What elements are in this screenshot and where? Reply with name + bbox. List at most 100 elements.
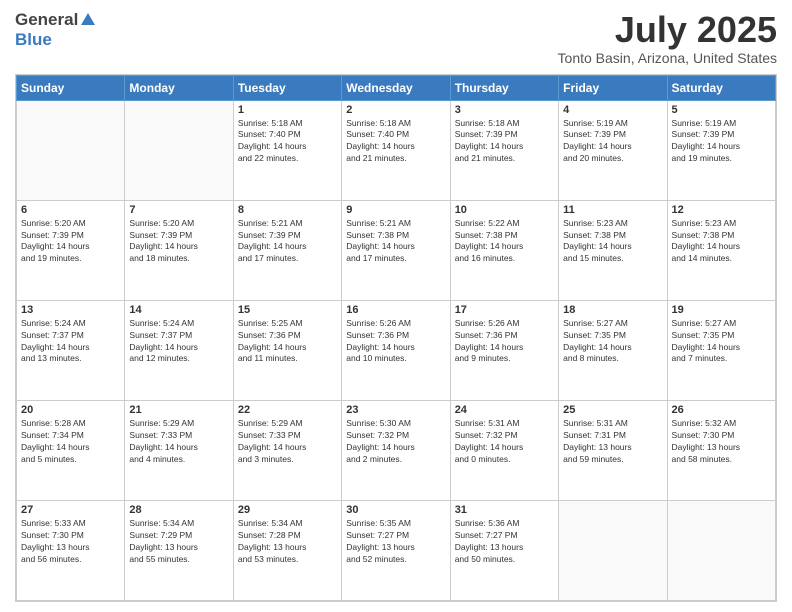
day-number: 25 — [563, 404, 662, 416]
table-row: 20 Sunrise: 5:28 AM Sunset: 7:34 PM Dayli… — [17, 400, 125, 500]
table-row: 16 Sunrise: 5:26 AM Sunset: 7:36 PM Dayli… — [342, 300, 450, 400]
day-info: Sunrise: 5:36 AM Sunset: 7:27 PM Dayligh… — [455, 518, 554, 566]
table-row: 9 Sunrise: 5:21 AM Sunset: 7:38 PM Daylig… — [342, 200, 450, 300]
day-info: Sunrise: 5:24 AM Sunset: 7:37 PM Dayligh… — [129, 318, 228, 366]
day-number: 16 — [346, 304, 445, 316]
location: Tonto Basin, Arizona, United States — [558, 50, 777, 66]
day-number: 1 — [238, 104, 337, 116]
calendar-week-row: 20 Sunrise: 5:28 AM Sunset: 7:34 PM Dayli… — [17, 400, 776, 500]
day-info: Sunrise: 5:24 AM Sunset: 7:37 PM Dayligh… — [21, 318, 120, 366]
table-row — [125, 100, 233, 200]
table-row: 26 Sunrise: 5:32 AM Sunset: 7:30 PM Dayli… — [667, 400, 775, 500]
month-title: July 2025 — [558, 10, 777, 50]
day-number: 23 — [346, 404, 445, 416]
day-info: Sunrise: 5:28 AM Sunset: 7:34 PM Dayligh… — [21, 418, 120, 466]
table-row: 14 Sunrise: 5:24 AM Sunset: 7:37 PM Dayli… — [125, 300, 233, 400]
day-number: 8 — [238, 204, 337, 216]
day-info: Sunrise: 5:22 AM Sunset: 7:38 PM Dayligh… — [455, 218, 554, 266]
logo-blue: Blue — [15, 30, 52, 49]
table-row: 1 Sunrise: 5:18 AM Sunset: 7:40 PM Daylig… — [233, 100, 341, 200]
day-info: Sunrise: 5:31 AM Sunset: 7:32 PM Dayligh… — [455, 418, 554, 466]
day-number: 29 — [238, 504, 337, 516]
day-number: 7 — [129, 204, 228, 216]
table-row: 23Sunrise: 5:30 AM Sunset: 7:32 PM Dayli… — [342, 400, 450, 500]
table-row: 29 Sunrise: 5:34 AM Sunset: 7:28 PM Dayli… — [233, 500, 341, 600]
table-row: 2Sunrise: 5:18 AM Sunset: 7:40 PM Daylig… — [342, 100, 450, 200]
table-row: 12Sunrise: 5:23 AM Sunset: 7:38 PM Dayli… — [667, 200, 775, 300]
day-number: 22 — [238, 404, 337, 416]
day-number: 31 — [455, 504, 554, 516]
calendar-header-row: Sunday Monday Tuesday Wednesday Thursday… — [17, 75, 776, 100]
day-number: 6 — [21, 204, 120, 216]
header-tuesday: Tuesday — [233, 75, 341, 100]
day-info: Sunrise: 5:20 AM Sunset: 7:39 PM Dayligh… — [21, 218, 120, 266]
day-number: 2 — [346, 104, 445, 116]
day-info: Sunrise: 5:31 AM Sunset: 7:31 PM Dayligh… — [563, 418, 662, 466]
day-info: Sunrise: 5:25 AM Sunset: 7:36 PM Dayligh… — [238, 318, 337, 366]
day-info: Sunrise: 5:29 AM Sunset: 7:33 PM Dayligh… — [238, 418, 337, 466]
table-row: 3Sunrise: 5:18 AM Sunset: 7:39 PM Daylig… — [450, 100, 558, 200]
header-thursday: Thursday — [450, 75, 558, 100]
day-info: Sunrise: 5:21 AM Sunset: 7:38 PM Dayligh… — [346, 218, 445, 266]
table-row: 11Sunrise: 5:23 AM Sunset: 7:38 PM Dayli… — [559, 200, 667, 300]
table-row: 17Sunrise: 5:26 AM Sunset: 7:36 PM Dayli… — [450, 300, 558, 400]
day-info: Sunrise: 5:29 AM Sunset: 7:33 PM Dayligh… — [129, 418, 228, 466]
table-row: 6 Sunrise: 5:20 AM Sunset: 7:39 PM Daylig… — [17, 200, 125, 300]
day-number: 27 — [21, 504, 120, 516]
day-number: 13 — [21, 304, 120, 316]
day-number: 26 — [672, 404, 771, 416]
day-number: 28 — [129, 504, 228, 516]
table-row: 24 Sunrise: 5:31 AM Sunset: 7:32 PM Dayli… — [450, 400, 558, 500]
day-info: Sunrise: 5:18 AM Sunset: 7:40 PM Dayligh… — [238, 118, 337, 166]
table-row: 21 Sunrise: 5:29 AM Sunset: 7:33 PM Dayli… — [125, 400, 233, 500]
day-number: 9 — [346, 204, 445, 216]
table-row: 5 Sunrise: 5:19 AM Sunset: 7:39 PM Daylig… — [667, 100, 775, 200]
table-row: 7 Sunrise: 5:20 AM Sunset: 7:39 PM Daylig… — [125, 200, 233, 300]
day-number: 18 — [563, 304, 662, 316]
day-number: 14 — [129, 304, 228, 316]
day-number: 24 — [455, 404, 554, 416]
header: General Blue July 2025 Tonto Basin, Ariz… — [15, 10, 777, 66]
day-number: 20 — [21, 404, 120, 416]
logo-icon — [79, 11, 97, 29]
day-info: Sunrise: 5:20 AM Sunset: 7:39 PM Dayligh… — [129, 218, 228, 266]
calendar-week-row: 13 Sunrise: 5:24 AM Sunset: 7:37 PM Dayli… — [17, 300, 776, 400]
calendar-week-row: 27 Sunrise: 5:33 AM Sunset: 7:30 PM Dayli… — [17, 500, 776, 600]
table-row — [17, 100, 125, 200]
header-wednesday: Wednesday — [342, 75, 450, 100]
day-number: 4 — [563, 104, 662, 116]
page-container: General Blue July 2025 Tonto Basin, Ariz… — [0, 0, 792, 612]
table-row: 28 Sunrise: 5:34 AM Sunset: 7:29 PM Dayli… — [125, 500, 233, 600]
day-info: Sunrise: 5:26 AM Sunset: 7:36 PM Dayligh… — [455, 318, 554, 366]
day-number: 30 — [346, 504, 445, 516]
day-info: Sunrise: 5:26 AM Sunset: 7:36 PM Dayligh… — [346, 318, 445, 366]
day-info: Sunrise: 5:33 AM Sunset: 7:30 PM Dayligh… — [21, 518, 120, 566]
day-info: Sunrise: 5:32 AM Sunset: 7:30 PM Dayligh… — [672, 418, 771, 466]
day-number: 21 — [129, 404, 228, 416]
day-number: 10 — [455, 204, 554, 216]
table-row: 4 Sunrise: 5:19 AM Sunset: 7:39 PM Daylig… — [559, 100, 667, 200]
day-info: Sunrise: 5:19 AM Sunset: 7:39 PM Dayligh… — [672, 118, 771, 166]
header-friday: Friday — [559, 75, 667, 100]
day-info: Sunrise: 5:23 AM Sunset: 7:38 PM Dayligh… — [672, 218, 771, 266]
header-sunday: Sunday — [17, 75, 125, 100]
title-section: July 2025 Tonto Basin, Arizona, United S… — [558, 10, 777, 66]
day-info: Sunrise: 5:27 AM Sunset: 7:35 PM Dayligh… — [563, 318, 662, 366]
day-info: Sunrise: 5:34 AM Sunset: 7:28 PM Dayligh… — [238, 518, 337, 566]
day-number: 5 — [672, 104, 771, 116]
calendar: Sunday Monday Tuesday Wednesday Thursday… — [15, 74, 777, 602]
table-row: 27 Sunrise: 5:33 AM Sunset: 7:30 PM Dayli… — [17, 500, 125, 600]
logo-text-block: General Blue — [15, 10, 97, 50]
day-number: 15 — [238, 304, 337, 316]
table-row: 30Sunrise: 5:35 AM Sunset: 7:27 PM Dayli… — [342, 500, 450, 600]
day-info: Sunrise: 5:27 AM Sunset: 7:35 PM Dayligh… — [672, 318, 771, 366]
table-row: 18 Sunrise: 5:27 AM Sunset: 7:35 PM Dayli… — [559, 300, 667, 400]
day-number: 11 — [563, 204, 662, 216]
table-row: 13 Sunrise: 5:24 AM Sunset: 7:37 PM Dayli… — [17, 300, 125, 400]
table-row: 8 Sunrise: 5:21 AM Sunset: 7:39 PM Daylig… — [233, 200, 341, 300]
day-info: Sunrise: 5:21 AM Sunset: 7:39 PM Dayligh… — [238, 218, 337, 266]
calendar-week-row: 6 Sunrise: 5:20 AM Sunset: 7:39 PM Daylig… — [17, 200, 776, 300]
day-info: Sunrise: 5:34 AM Sunset: 7:29 PM Dayligh… — [129, 518, 228, 566]
day-info: Sunrise: 5:19 AM Sunset: 7:39 PM Dayligh… — [563, 118, 662, 166]
table-row — [667, 500, 775, 600]
